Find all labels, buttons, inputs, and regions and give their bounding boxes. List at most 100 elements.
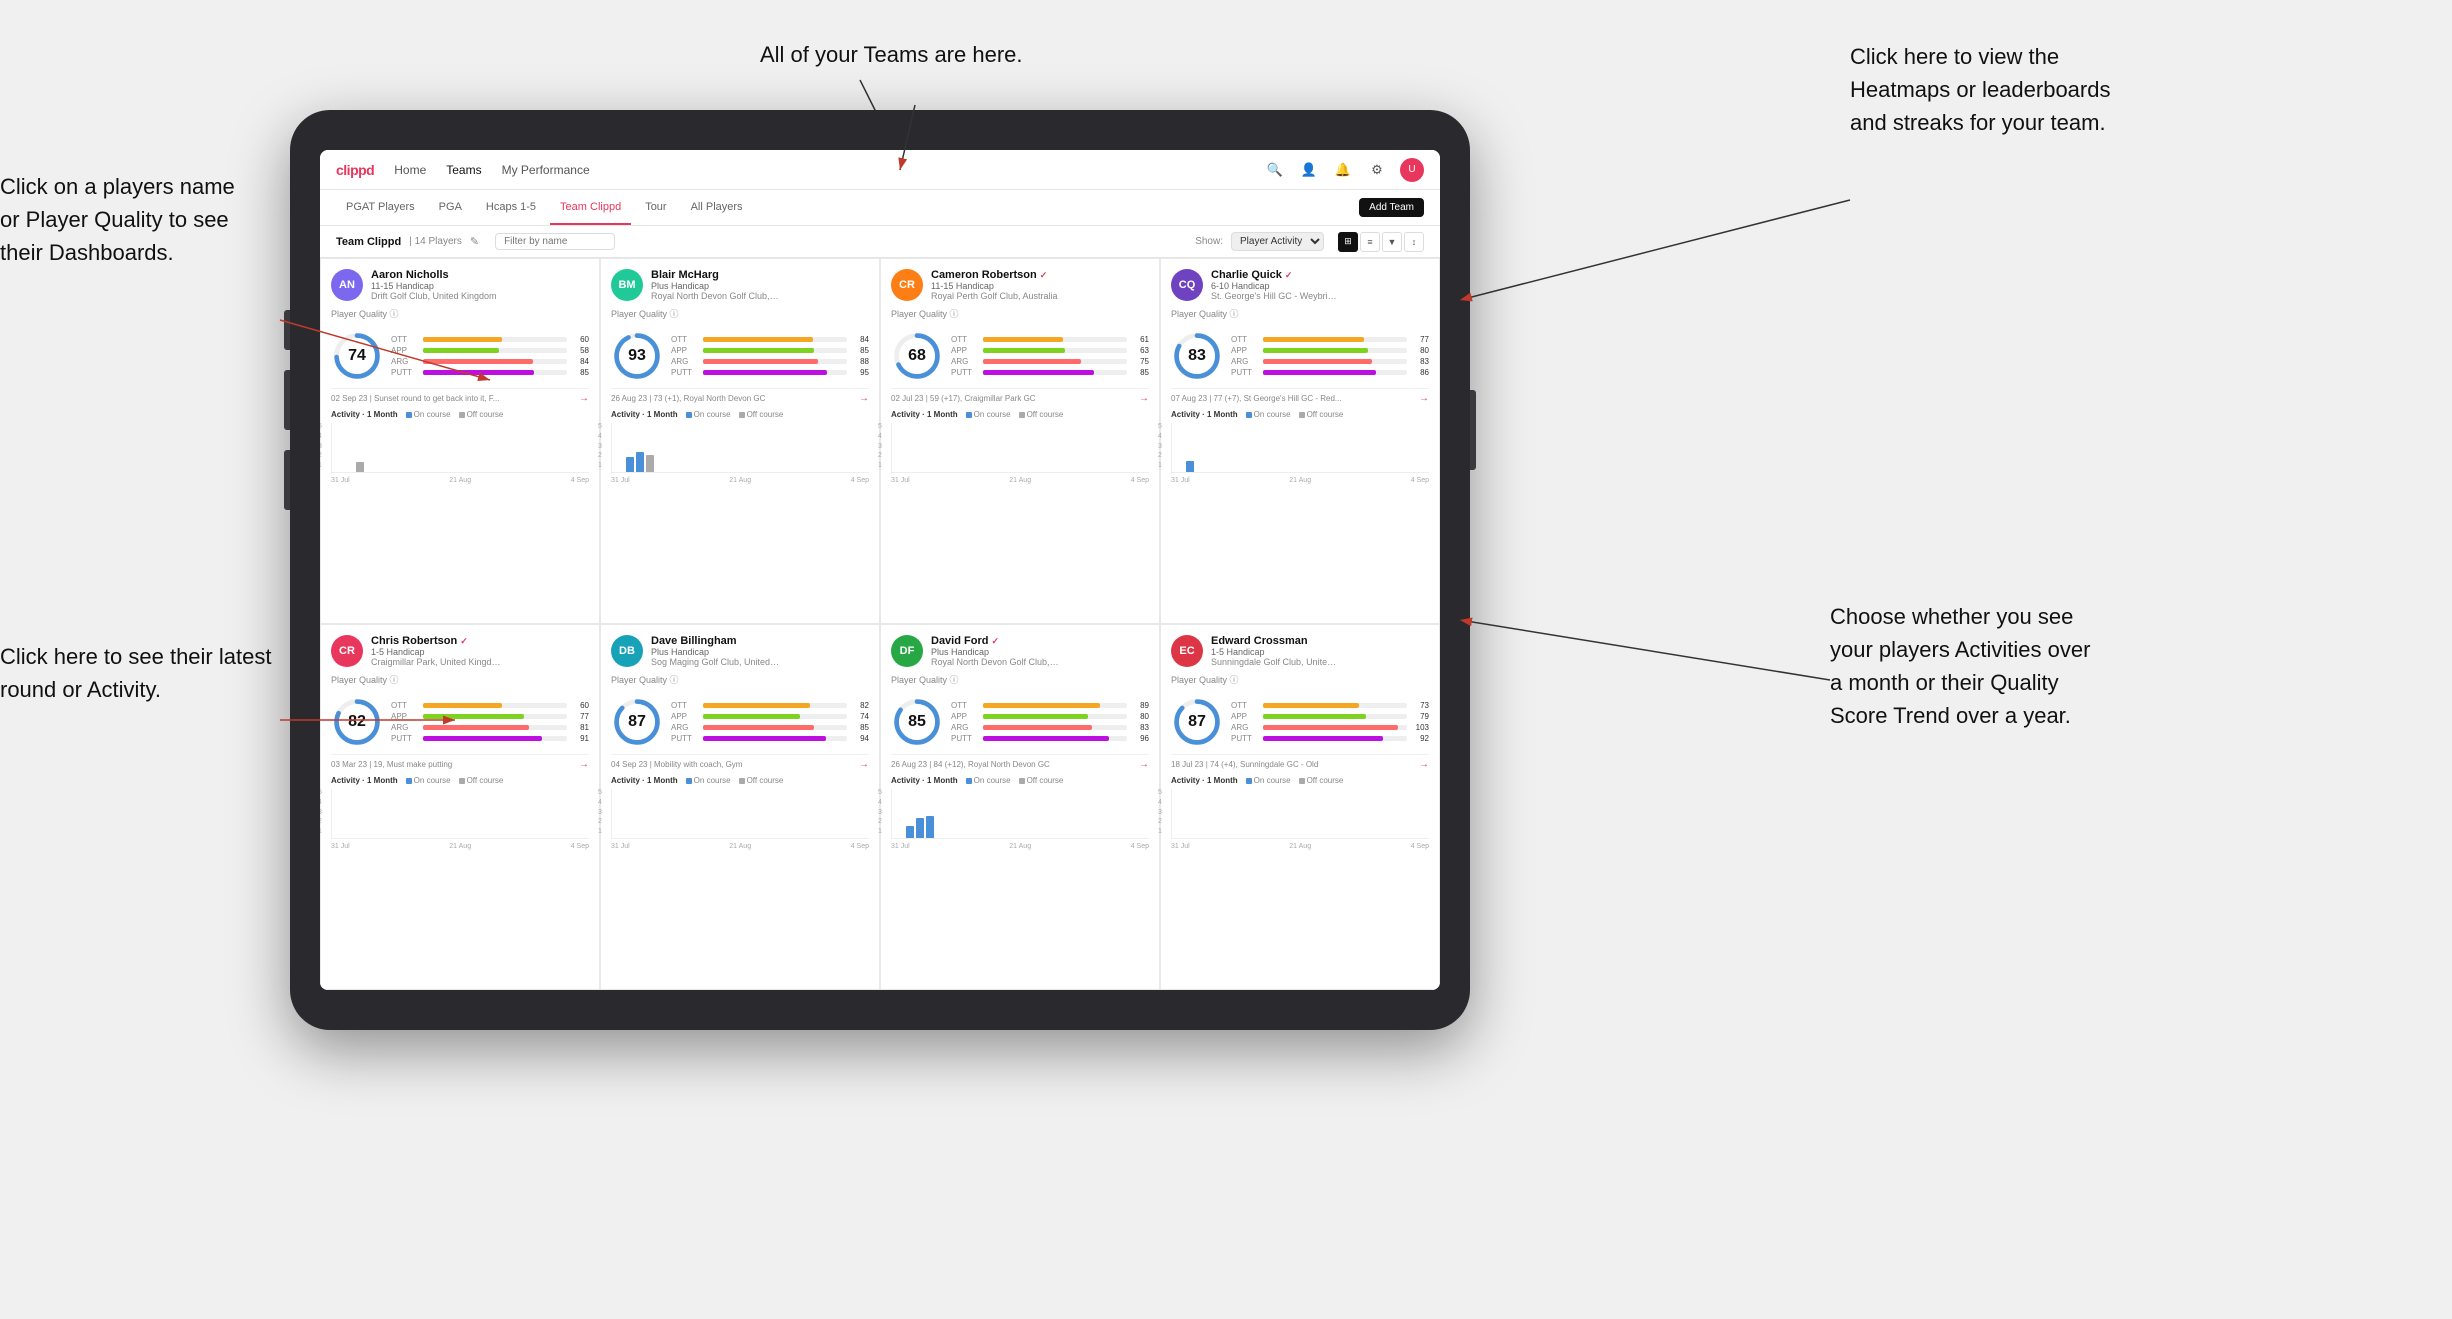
- filter-button[interactable]: ▼: [1382, 232, 1402, 252]
- quality-circle[interactable]: 87: [1171, 696, 1223, 748]
- chart-labels: 31 Jul21 Aug4 Sep: [611, 843, 869, 850]
- player-avatar[interactable]: BM: [611, 269, 643, 301]
- player-name[interactable]: Chris Robertson✓: [371, 635, 589, 647]
- quality-circle[interactable]: 87: [611, 696, 663, 748]
- avatar[interactable]: U: [1400, 158, 1424, 182]
- nav-teams[interactable]: Teams: [446, 163, 481, 177]
- quality-section: 85 OTT 89 APP 80 ARG: [891, 696, 1149, 748]
- latest-round[interactable]: 26 Aug 23 | 73 (+1), Royal North Devon G…: [611, 388, 869, 404]
- player-club: Craigmillar Park, United Kingdom: [371, 657, 501, 667]
- search-icon[interactable]: 🔍: [1264, 159, 1286, 181]
- sort-button[interactable]: ↕: [1404, 232, 1424, 252]
- chart-labels: 31 Jul21 Aug4 Sep: [891, 477, 1149, 484]
- round-arrow-icon[interactable]: →: [1139, 393, 1149, 404]
- legend-off-course: Off course: [1299, 410, 1344, 419]
- user-icon[interactable]: 👤: [1298, 159, 1320, 181]
- chart-label: 31 Jul: [1171, 843, 1190, 850]
- nav-home[interactable]: Home: [394, 163, 426, 177]
- bell-icon[interactable]: 🔔: [1332, 159, 1354, 181]
- off-course-dot: [459, 778, 465, 784]
- chart-area: 5 4 3 2 1: [331, 789, 589, 839]
- stat-row-app: APP 85: [671, 346, 869, 355]
- player-name[interactable]: David Ford✓: [931, 635, 1149, 647]
- tab-team-clippd[interactable]: Team Clippd: [550, 190, 631, 225]
- chart-label: 31 Jul: [1171, 477, 1190, 484]
- quality-circle[interactable]: 68: [891, 330, 943, 382]
- show-select[interactable]: Player Activity: [1231, 232, 1324, 251]
- off-course-dot: [1299, 778, 1305, 784]
- activity-section: Activity · 1 Month On course Off course …: [331, 410, 589, 484]
- chart-label: 21 Aug: [729, 477, 751, 484]
- on-course-label: On course: [694, 410, 731, 419]
- quality-circle[interactable]: 85: [891, 696, 943, 748]
- latest-round[interactable]: 03 Mar 23 | 19, Must make putting →: [331, 754, 589, 770]
- tab-tour[interactable]: Tour: [635, 190, 676, 225]
- round-arrow-icon[interactable]: →: [1139, 759, 1149, 770]
- chart-area: 5 4 3 2 1: [611, 789, 869, 839]
- tab-all-players[interactable]: All Players: [681, 190, 753, 225]
- player-avatar[interactable]: DB: [611, 635, 643, 667]
- tab-hcaps[interactable]: Hcaps 1-5: [476, 190, 546, 225]
- player-avatar[interactable]: DF: [891, 635, 923, 667]
- stats-grid: OTT 60 APP 77 ARG 81 PU: [391, 701, 589, 743]
- activity-header: Activity · 1 Month On course Off course: [611, 776, 869, 785]
- grid-view-button[interactable]: ⊞: [1338, 232, 1358, 252]
- quality-number: 74: [348, 347, 366, 365]
- stat-row-ott: OTT 60: [391, 335, 589, 344]
- player-name[interactable]: Blair McHarg: [651, 269, 869, 281]
- annotation-top-left: Click on a players name or Player Qualit…: [0, 170, 280, 269]
- round-arrow-icon[interactable]: →: [579, 759, 589, 770]
- latest-round[interactable]: 07 Aug 23 | 77 (+7), St George's Hill GC…: [1171, 388, 1429, 404]
- on-course-dot: [1246, 778, 1252, 784]
- player-avatar[interactable]: CQ: [1171, 269, 1203, 301]
- latest-round[interactable]: 26 Aug 23 | 84 (+12), Royal North Devon …: [891, 754, 1149, 770]
- round-arrow-icon[interactable]: →: [859, 759, 869, 770]
- stat-row-app: APP 63: [951, 346, 1149, 355]
- quality-number: 87: [1188, 713, 1206, 731]
- team-count: | 14 Players: [409, 236, 462, 247]
- player-name[interactable]: Edward Crossman: [1211, 635, 1429, 647]
- activity-header: Activity · 1 Month On course Off course: [1171, 410, 1429, 419]
- player-avatar[interactable]: AN: [331, 269, 363, 301]
- round-arrow-icon[interactable]: →: [859, 393, 869, 404]
- player-avatar[interactable]: CR: [891, 269, 923, 301]
- chart-labels: 31 Jul21 Aug4 Sep: [1171, 843, 1429, 850]
- player-name[interactable]: Aaron Nicholls: [371, 269, 589, 281]
- round-arrow-icon[interactable]: →: [1419, 393, 1429, 404]
- legend-off-course: Off course: [1299, 776, 1344, 785]
- latest-round-text: 02 Sep 23 | Sunset round to get back int…: [331, 394, 499, 403]
- latest-round[interactable]: 18 Jul 23 | 74 (+4), Sunningdale GC - Ol…: [1171, 754, 1429, 770]
- latest-round[interactable]: 04 Sep 23 | Mobility with coach, Gym →: [611, 754, 869, 770]
- activity-title: Activity · 1 Month: [331, 410, 398, 419]
- settings-icon[interactable]: ⚙: [1366, 159, 1388, 181]
- nav-my-performance[interactable]: My Performance: [502, 163, 590, 177]
- filter-input[interactable]: [495, 233, 615, 250]
- tab-pga[interactable]: PGA: [429, 190, 472, 225]
- add-team-button[interactable]: Add Team: [1359, 198, 1424, 217]
- legend-on-course: On course: [966, 776, 1011, 785]
- activity-title: Activity · 1 Month: [1171, 410, 1238, 419]
- chart-label: 21 Aug: [449, 843, 471, 850]
- player-name[interactable]: Cameron Robertson✓: [931, 269, 1149, 281]
- player-name[interactable]: Charlie Quick✓: [1211, 269, 1429, 281]
- list-view-button[interactable]: ≡: [1360, 232, 1380, 252]
- quality-circle[interactable]: 93: [611, 330, 663, 382]
- round-arrow-icon[interactable]: →: [1419, 759, 1429, 770]
- stats-grid: OTT 73 APP 79 ARG 103 P: [1231, 701, 1429, 743]
- round-arrow-icon[interactable]: →: [579, 393, 589, 404]
- edit-icon[interactable]: ✎: [470, 235, 479, 248]
- chart-label: 21 Aug: [1289, 477, 1311, 484]
- legend-on-course: On course: [686, 410, 731, 419]
- quality-circle[interactable]: 74: [331, 330, 383, 382]
- player-avatar[interactable]: CR: [331, 635, 363, 667]
- latest-round[interactable]: 02 Jul 23 | 59 (+17), Craigmillar Park G…: [891, 388, 1149, 404]
- player-avatar[interactable]: EC: [1171, 635, 1203, 667]
- player-handicap: 11-15 Handicap: [371, 281, 589, 291]
- player-name[interactable]: Dave Billingham: [651, 635, 869, 647]
- tab-pgat-players[interactable]: PGAT Players: [336, 190, 425, 225]
- quality-circle[interactable]: 83: [1171, 330, 1223, 382]
- latest-round[interactable]: 02 Sep 23 | Sunset round to get back int…: [331, 388, 589, 404]
- legend-off-course: Off course: [739, 410, 784, 419]
- quality-circle[interactable]: 82: [331, 696, 383, 748]
- verified-icon: ✓: [1040, 270, 1048, 281]
